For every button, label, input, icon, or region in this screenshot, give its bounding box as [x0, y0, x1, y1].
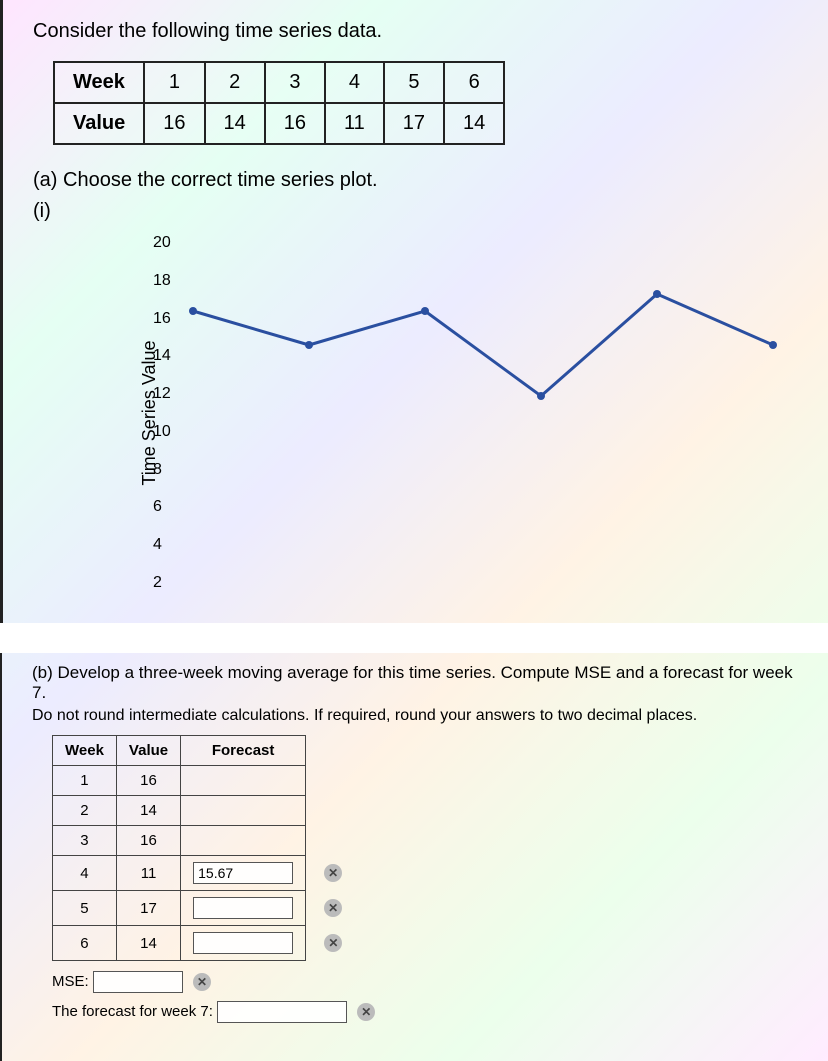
table-row: 517 ✕ — [53, 891, 355, 926]
clear-icon[interactable]: ✕ — [357, 1003, 375, 1021]
series-line — [193, 294, 773, 396]
week-cell: 3 — [53, 826, 117, 856]
forecast-cell — [181, 796, 306, 826]
value-cell: 16 — [116, 766, 180, 796]
week-cell: 6 — [53, 926, 117, 961]
data-point — [653, 290, 661, 298]
value-cell: 14 — [116, 926, 180, 961]
data-point — [769, 341, 777, 349]
table-row: 316 — [53, 826, 355, 856]
forecast-input[interactable] — [193, 862, 293, 884]
data-point — [189, 307, 197, 315]
row-label-week: Week — [54, 62, 144, 103]
table-row: 614 ✕ — [53, 926, 355, 961]
clear-icon[interactable]: ✕ — [324, 899, 342, 917]
data-table: Week 1 2 3 4 5 6 Value 16 14 16 11 17 14 — [53, 61, 505, 145]
week-cell: 4 — [53, 856, 117, 891]
col-header-week: Week — [53, 736, 117, 766]
forecast-input[interactable] — [193, 932, 293, 954]
data-point — [537, 392, 545, 400]
week7-forecast-input[interactable] — [217, 1001, 347, 1023]
forecast-cell — [181, 891, 306, 926]
forecast-table: Week Value Forecast 116214316411✕517✕614… — [52, 735, 355, 961]
data-point — [305, 341, 313, 349]
value-cell: 11 — [116, 856, 180, 891]
chart-svg — [143, 233, 783, 593]
value-cell: 14 — [205, 103, 265, 144]
forecast-cell — [181, 926, 306, 961]
week-cell: 2 — [53, 796, 117, 826]
forecast-cell — [181, 826, 306, 856]
clear-icon[interactable]: ✕ — [324, 864, 342, 882]
value-cell: 17 — [384, 103, 444, 144]
value-cell: 14 — [116, 796, 180, 826]
week-cell: 5 — [384, 62, 444, 103]
value-cell: 16 — [144, 103, 204, 144]
week-cell: 2 — [205, 62, 265, 103]
part-a-instruction: (a) Choose the correct time series plot. — [33, 169, 798, 192]
part-b-instruction: (b) Develop a three-week moving average … — [32, 663, 798, 725]
value-cell: 16 — [116, 826, 180, 856]
week-cell: 5 — [53, 891, 117, 926]
week-cell: 6 — [444, 62, 504, 103]
forecast-cell — [181, 766, 306, 796]
week-cell: 1 — [144, 62, 204, 103]
row-label-value: Value — [54, 103, 144, 144]
value-cell: 14 — [444, 103, 504, 144]
time-series-plot: Time Series Value 2018161412108642 — [143, 233, 768, 593]
mse-label: MSE: — [52, 973, 89, 990]
col-header-value: Value — [116, 736, 180, 766]
forecast-input[interactable] — [193, 897, 293, 919]
value-cell: 16 — [265, 103, 325, 144]
value-cell: 11 — [325, 103, 384, 144]
table-row: 116 — [53, 766, 355, 796]
week-cell: 3 — [265, 62, 325, 103]
forecast-cell — [181, 856, 306, 891]
table-row: 411 ✕ — [53, 856, 355, 891]
col-header-forecast: Forecast — [181, 736, 306, 766]
clear-icon[interactable]: ✕ — [324, 934, 342, 952]
option-label: (i) — [33, 200, 798, 223]
week-cell: 4 — [325, 62, 384, 103]
data-point — [421, 307, 429, 315]
week-cell: 1 — [53, 766, 117, 796]
table-row: 214 — [53, 796, 355, 826]
value-cell: 17 — [116, 891, 180, 926]
clear-icon[interactable]: ✕ — [193, 973, 211, 991]
mse-input[interactable] — [93, 971, 183, 993]
problem-prompt: Consider the following time series data. — [33, 20, 798, 43]
week7-label: The forecast for week 7: — [52, 1003, 213, 1020]
